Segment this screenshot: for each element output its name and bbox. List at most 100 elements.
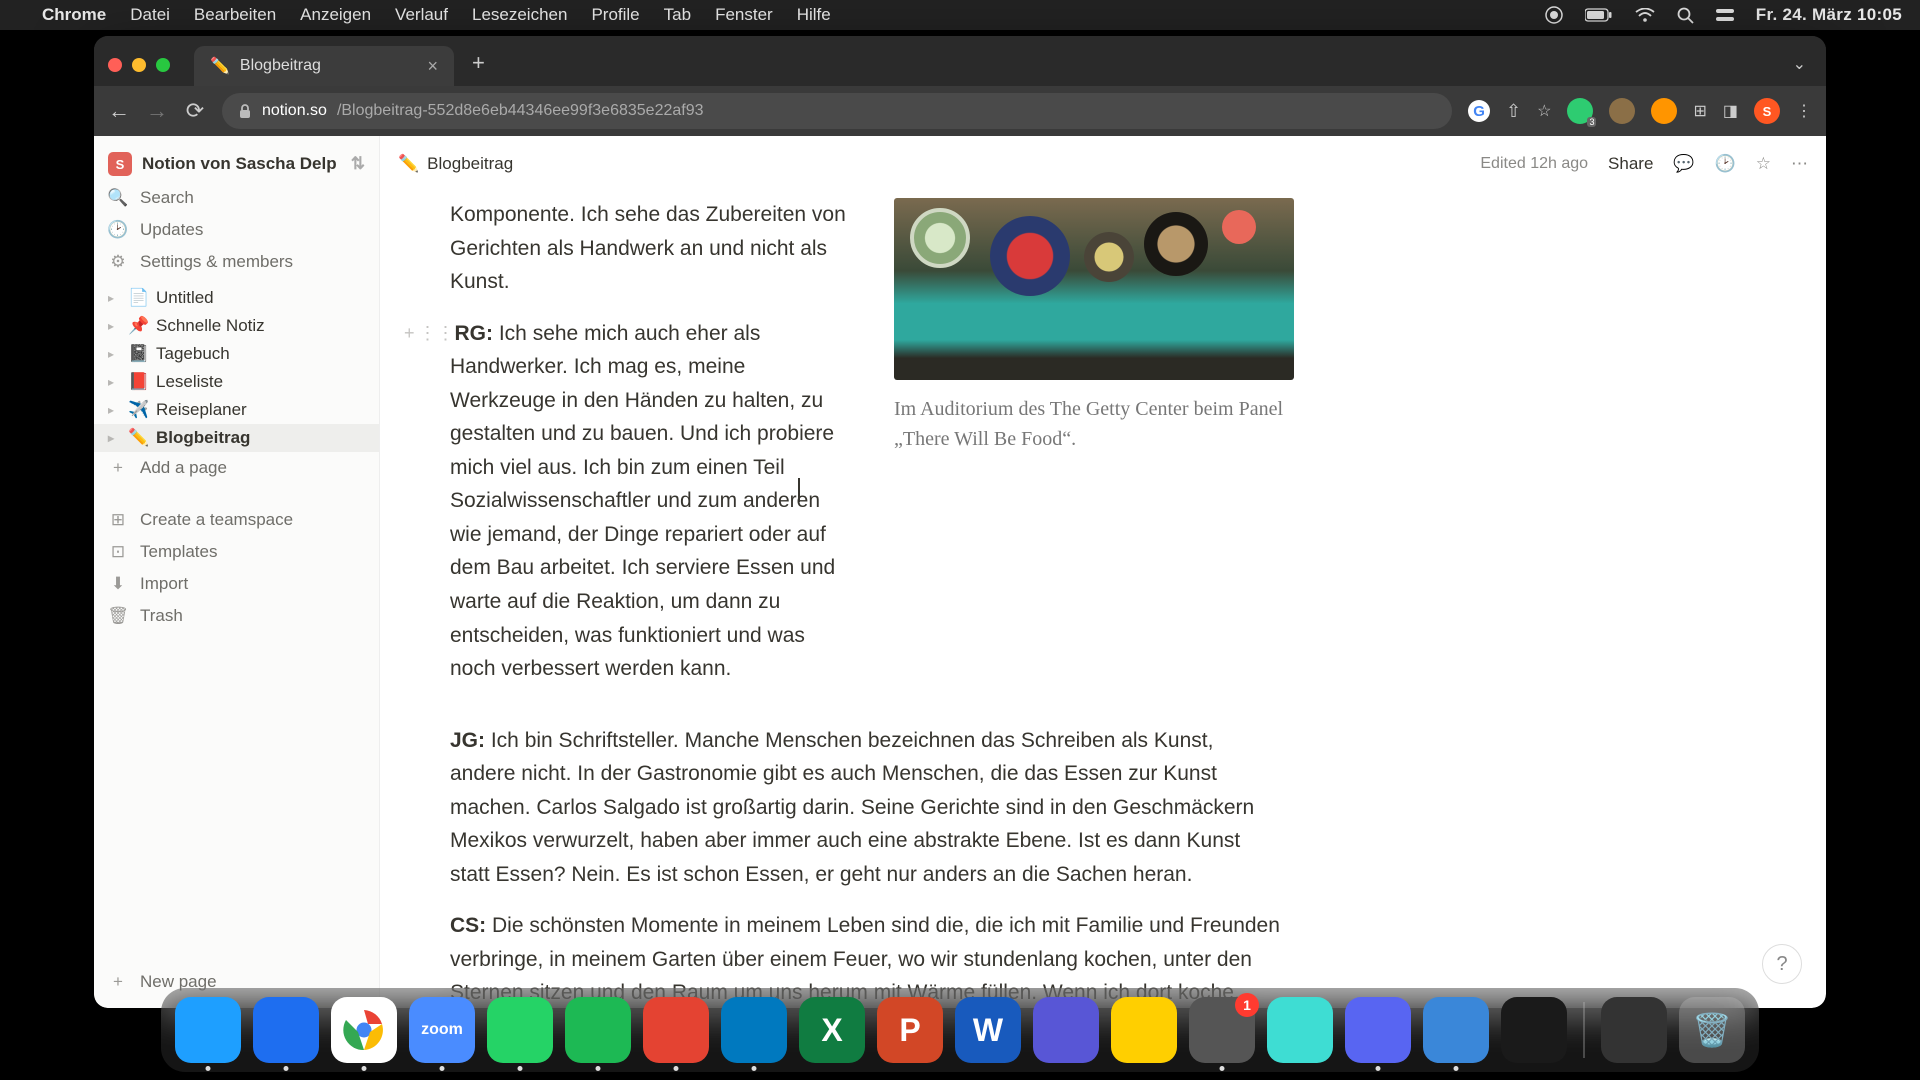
sidebar-page-item[interactable]: ▸📓Tagebuch	[94, 340, 379, 368]
comments-icon[interactable]: 💬	[1673, 154, 1694, 174]
menu-help[interactable]: Hilfe	[797, 5, 831, 25]
block-handle[interactable]: + ⋮⋮	[404, 320, 455, 348]
sidebar-page-item[interactable]: ▸✈️Reiseplaner	[94, 396, 379, 424]
tab-overflow-icon[interactable]: ⌄	[1793, 54, 1806, 74]
dock-app-spotify[interactable]	[565, 997, 631, 1063]
paragraph[interactable]: JG: Ich bin Schriftsteller. Manche Mensc…	[450, 724, 1280, 892]
sidebar-settings[interactable]: ⚙Settings & members	[94, 246, 379, 278]
favorite-star-icon[interactable]: ☆	[1756, 154, 1771, 174]
dock-app-discord[interactable]	[1345, 997, 1411, 1063]
sidebar-templates[interactable]: ⊡Templates	[94, 536, 379, 568]
dock-app-todoist[interactable]	[643, 997, 709, 1063]
dock-app-finder[interactable]	[175, 997, 241, 1063]
page-menu-icon[interactable]: ⋯	[1791, 154, 1808, 174]
page-title: Schnelle Notiz	[156, 316, 265, 336]
sidebar-updates[interactable]: 🕑Updates	[94, 214, 379, 246]
paragraph-text: Komponente. Ich sehe das Zubereiten von …	[450, 203, 846, 293]
sidepanel-icon[interactable]: ◨	[1723, 101, 1738, 121]
dock-app-excel[interactable]: X	[799, 997, 865, 1063]
url-path: /Blogbeitrag-552d8e6eb44346ee99f3e6835e2…	[337, 102, 704, 120]
speaker-label: CS:	[450, 914, 486, 937]
caret-icon[interactable]: ▸	[108, 291, 122, 305]
reload-button[interactable]: ⟳	[184, 98, 206, 124]
sidebar-page-item[interactable]: ▸📌Schnelle Notiz	[94, 312, 379, 340]
tab-close-icon[interactable]: ×	[427, 56, 438, 77]
dock-app-safari[interactable]	[253, 997, 319, 1063]
wifi-icon[interactable]	[1635, 8, 1655, 23]
plus-icon: +	[108, 972, 128, 992]
sidebar-trash[interactable]: 🗑Trash	[94, 600, 379, 632]
dock-app-word[interactable]: W	[955, 997, 1021, 1063]
dock-app-drive[interactable]	[1111, 997, 1177, 1063]
menu-edit[interactable]: Bearbeiten	[194, 5, 276, 25]
menu-profile[interactable]: Profile	[591, 5, 639, 25]
extension-2-icon[interactable]	[1609, 98, 1635, 124]
content-image[interactable]	[894, 198, 1294, 380]
sidebar-search[interactable]: 🔍Search	[94, 182, 379, 214]
share-icon[interactable]: ⇧	[1506, 101, 1521, 122]
help-button[interactable]: ?	[1762, 944, 1802, 984]
dock-app-chrome[interactable]	[331, 997, 397, 1063]
caret-icon[interactable]: ▸	[108, 347, 122, 361]
bookmark-star-icon[interactable]: ☆	[1537, 101, 1551, 121]
browser-tab[interactable]: ✏️ Blogbeitrag ×	[194, 46, 454, 86]
caret-icon[interactable]: ▸	[108, 319, 122, 333]
window-close-button[interactable]	[108, 58, 122, 72]
dock-app-app1[interactable]	[1267, 997, 1333, 1063]
back-button[interactable]: ←	[108, 98, 130, 124]
dock-app-trello[interactable]	[721, 997, 787, 1063]
sidebar-add-page[interactable]: +Add a page	[94, 452, 379, 484]
menubar-clock[interactable]: Fr. 24. März 10:05	[1756, 5, 1902, 25]
dock-app-settings[interactable]: 1	[1189, 997, 1255, 1063]
extension-1-icon[interactable]: 3	[1567, 98, 1593, 124]
battery-icon[interactable]	[1585, 8, 1613, 22]
chrome-menu-icon[interactable]: ⋮	[1796, 101, 1812, 121]
forward-button[interactable]: →	[146, 98, 168, 124]
menu-window[interactable]: Fenster	[715, 5, 773, 25]
window-zoom-button[interactable]	[156, 58, 170, 72]
dock-app-quicktime[interactable]	[1423, 997, 1489, 1063]
share-button[interactable]: Share	[1608, 154, 1653, 174]
caret-icon[interactable]: ▸	[108, 431, 122, 445]
sidebar-page-item[interactable]: ▸✏️Blogbeitrag	[94, 424, 379, 452]
spotlight-icon[interactable]	[1677, 7, 1694, 24]
menu-bookmarks[interactable]: Lesezeichen	[472, 5, 567, 25]
menu-view[interactable]: Anzeigen	[300, 5, 371, 25]
caret-icon[interactable]: ▸	[108, 375, 122, 389]
page-emoji: 📓	[128, 344, 150, 364]
extensions-icon[interactable]: ⊞	[1693, 101, 1706, 121]
image-caption[interactable]: Im Auditorium des The Getty Center beim …	[894, 394, 1294, 454]
control-center-icon[interactable]	[1716, 7, 1734, 23]
translate-icon[interactable]: G	[1468, 100, 1490, 122]
dock-app-zoom[interactable]: zoom	[409, 997, 475, 1063]
sidebar-teamspace[interactable]: ⊞Create a teamspace	[94, 504, 379, 536]
caret-icon[interactable]: ▸	[108, 403, 122, 417]
dock-launchpad[interactable]	[1601, 997, 1667, 1063]
sidebar-page-item[interactable]: ▸📕Leseliste	[94, 368, 379, 396]
dock-app-powerpoint[interactable]: P	[877, 997, 943, 1063]
new-tab-button[interactable]: +	[472, 50, 485, 76]
sidebar-import[interactable]: ⬇Import	[94, 568, 379, 600]
dock-app-voice[interactable]	[1501, 997, 1567, 1063]
breadcrumb[interactable]: ✏️ Blogbeitrag	[398, 154, 513, 174]
updates-clock-icon[interactable]: 🕑	[1715, 154, 1736, 174]
drag-handle-icon[interactable]: ⋮⋮	[419, 320, 455, 348]
menu-tab[interactable]: Tab	[664, 5, 691, 25]
page-content[interactable]: Komponente. Ich sehe das Zubereiten von …	[380, 192, 1826, 1008]
screenrecord-icon[interactable]	[1545, 6, 1563, 24]
paragraph[interactable]: + ⋮⋮ RG: Ich sehe mich auch eher als Han…	[450, 317, 850, 686]
paragraph[interactable]: Komponente. Ich sehe das Zubereiten von …	[450, 198, 850, 299]
extension-3-icon[interactable]	[1651, 98, 1677, 124]
profile-avatar[interactable]: S	[1754, 98, 1780, 124]
window-minimize-button[interactable]	[132, 58, 146, 72]
dock-trash[interactable]: 🗑️	[1679, 997, 1745, 1063]
menu-history[interactable]: Verlauf	[395, 5, 448, 25]
address-bar[interactable]: notion.so/Blogbeitrag-552d8e6eb44346ee99…	[222, 93, 1452, 129]
add-block-icon[interactable]: +	[404, 320, 415, 348]
menubar-app-name[interactable]: Chrome	[42, 5, 106, 25]
workspace-switcher[interactable]: S Notion von Sascha Delp ⇅	[94, 146, 379, 182]
dock-app-imovie[interactable]	[1033, 997, 1099, 1063]
dock-app-whatsapp[interactable]	[487, 997, 553, 1063]
sidebar-page-item[interactable]: ▸📄Untitled	[94, 284, 379, 312]
menu-file[interactable]: Datei	[130, 5, 170, 25]
